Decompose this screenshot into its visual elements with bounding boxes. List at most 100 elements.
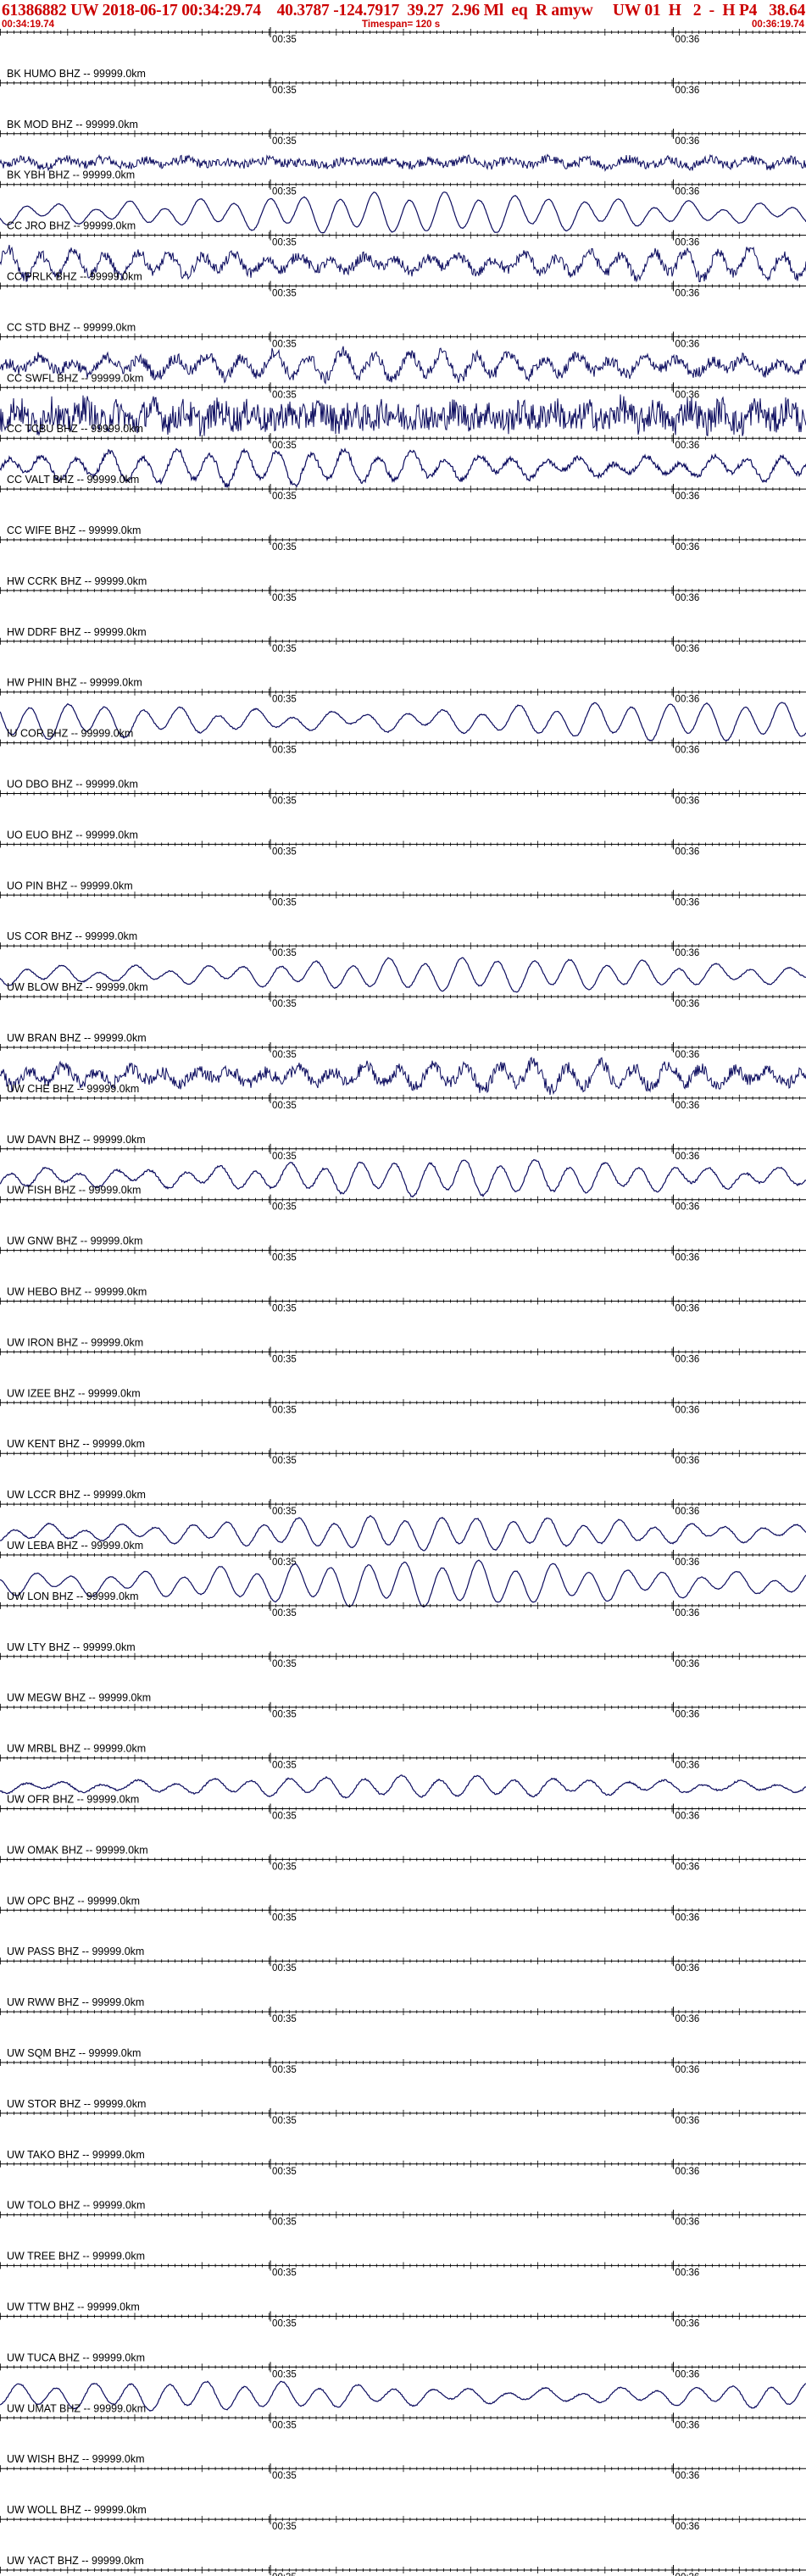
channel-label: UW STOR BHZ -- 99999.0km (7, 2098, 146, 2110)
time-tick-label: 00:36 (675, 1710, 700, 1720)
channel-label: UW WOLL BHZ -- 99999.0km (7, 2504, 147, 2516)
time-tick-label: 00:35 (272, 1405, 297, 1415)
channel-label: UO EUO BHZ -- 99999.0km (7, 829, 138, 841)
channel-label: UW TTW BHZ -- 99999.0km (7, 2301, 140, 2313)
time-tick-label: 00:36 (675, 2116, 700, 2126)
channel-label: UW MRBL BHZ -- 99999.0km (7, 1743, 146, 1755)
time-tick-label: 00:35 (272, 2471, 297, 2481)
time-tick-label: 00:35 (272, 2218, 297, 2228)
time-tick-label: 00:36 (675, 1202, 700, 1213)
channel-label: UW YACT BHZ -- 99999.0km (7, 2555, 144, 2567)
time-tick-label: 00:36 (675, 1913, 700, 1923)
time-tick-label: 00:36 (675, 238, 700, 248)
time-tick-label: 00:35 (272, 2167, 297, 2177)
time-tick-label: 00:36 (675, 999, 700, 1009)
channel-label: HW DDRF BHZ -- 99999.0km (7, 626, 147, 638)
time-tick-label: 00:36 (675, 441, 700, 451)
channel-label: BK MOD BHZ -- 99999.0km (7, 119, 138, 130)
channel-label: UW OFR BHZ -- 99999.0km (7, 1794, 139, 1806)
time-tick-label: 00:36 (675, 86, 700, 96)
time-tick-label: 00:36 (675, 2167, 700, 2177)
time-tick-label: 00:36 (675, 2471, 700, 2481)
time-tick-label: 00:35 (272, 644, 297, 654)
time-tick-label: 00:35 (272, 847, 297, 857)
time-tick-label: 00:35 (272, 35, 297, 45)
channel-label: UW WISH BHZ -- 99999.0km (7, 2453, 145, 2465)
time-tick-label: 00:36 (675, 542, 700, 552)
channel-label: UW PASS BHZ -- 99999.0km (7, 1946, 144, 1957)
time-tick-label: 00:35 (272, 1507, 297, 1517)
channel-label: UW LCCR BHZ -- 99999.0km (7, 1489, 146, 1501)
time-tick-label: 00:35 (272, 187, 297, 197)
channel-label: HW PHIN BHZ -- 99999.0km (7, 677, 142, 689)
channel-label: UW OMAK BHZ -- 99999.0km (7, 1844, 148, 1856)
channel-label: UW LEBA BHZ -- 99999.0km (7, 1540, 143, 1552)
time-tick-label: 00:36 (675, 1608, 700, 1618)
time-tick-label: 00:36 (675, 2014, 700, 2024)
time-tick-label: 00:35 (272, 86, 297, 96)
time-tick-label: 00:36 (675, 2369, 700, 2379)
time-tick-label: 00:36 (675, 187, 700, 197)
time-tick-label: 00:36 (675, 1101, 700, 1111)
time-tick-label: 00:36 (675, 1812, 700, 1822)
channel-label: UW IRON BHZ -- 99999.0km (7, 1336, 143, 1348)
time-tick-label: 00:36 (675, 1862, 700, 1872)
time-tick-label: 00:35 (272, 1202, 297, 1213)
time-tick-label: 00:35 (272, 2420, 297, 2430)
channel-label: CC JRO BHZ -- 99999.0km (7, 220, 136, 232)
channel-label: UW FISH BHZ -- 99999.0km (7, 1185, 141, 1196)
time-tick-label: 00:35 (272, 339, 297, 349)
time-tick-label: 00:36 (675, 695, 700, 705)
time-tick-label: 00:35 (272, 695, 297, 705)
channel-label: UW TUCA BHZ -- 99999.0km (7, 2351, 145, 2363)
time-tick-label: 00:36 (675, 289, 700, 299)
time-tick-label: 00:35 (272, 1101, 297, 1111)
time-tick-label: 00:36 (675, 491, 700, 502)
channel-label: UW LON BHZ -- 99999.0km (7, 1591, 139, 1602)
time-tick-label: 00:35 (272, 1659, 297, 1669)
time-tick-label: 00:36 (675, 1152, 700, 1162)
time-tick-label: 00:35 (272, 2268, 297, 2279)
time-tick-label: 00:36 (675, 1761, 700, 1771)
time-tick-label: 00:35 (272, 897, 297, 908)
channel-label: UW LTY BHZ -- 99999.0km (7, 1641, 136, 1653)
channel-label: IU COR BHZ -- 99999.0km (7, 728, 133, 740)
time-tick-label: 00:35 (272, 593, 297, 603)
seismogram-panel: 00:35 00:36 BK HUMO BHZ -- 99999.0km 00:35 0… (0, 27, 806, 2576)
time-tick-label: 00:36 (675, 35, 700, 45)
channel-label: UW DAVN BHZ -- 99999.0km (7, 1134, 146, 1146)
channel-label: BK YBH BHZ -- 99999.0km (7, 169, 135, 181)
time-tick-label: 00:36 (675, 2065, 700, 2075)
trace-waveform (0, 153, 806, 172)
channel-label: UW GNW BHZ -- 99999.0km (7, 1235, 142, 1247)
channel-label: UW MEGW BHZ -- 99999.0km (7, 1692, 151, 1704)
time-tick-label: 00:36 (675, 2522, 700, 2532)
time-tick-label: 00:35 (272, 2319, 297, 2329)
time-tick-label: 00:35 (272, 1608, 297, 1618)
time-tick-label: 00:35 (272, 1812, 297, 1822)
channel-label: UW RWW BHZ -- 99999.0km (7, 1996, 144, 2008)
time-tick-label: 00:36 (675, 2268, 700, 2279)
time-tick-label: 00:35 (272, 289, 297, 299)
time-tick-label: 00:36 (675, 1456, 700, 1466)
time-tick-label: 00:36 (675, 1050, 700, 1060)
channel-label: UW IZEE BHZ -- 99999.0km (7, 1387, 141, 1399)
time-tick-label: 00:36 (675, 136, 700, 147)
time-tick-label: 00:36 (675, 948, 700, 958)
time-tick-label: 00:36 (675, 1963, 700, 1974)
time-tick-label: 00:35 (272, 1557, 297, 1568)
time-tick-label: 00:36 (675, 897, 700, 908)
channel-label: UW OPC BHZ -- 99999.0km (7, 1895, 140, 1907)
time-tick-label: 00:35 (272, 1710, 297, 1720)
time-tick-label: 00:36 (675, 1354, 700, 1364)
time-tick-label: 00:36 (675, 847, 700, 857)
channel-label: BK HUMO BHZ -- 99999.0km (7, 68, 146, 80)
time-tick-label: 00:36 (675, 1405, 700, 1415)
time-tick-label: 00:35 (272, 1761, 297, 1771)
channel-label: CC STD BHZ -- 99999.0km (7, 321, 136, 333)
time-tick-label: 00:36 (675, 797, 700, 807)
time-tick-label: 00:35 (272, 1456, 297, 1466)
channel-label: CC WIFE BHZ -- 99999.0km (7, 525, 141, 536)
time-tick-label: 00:35 (272, 1913, 297, 1923)
time-tick-label: 00:36 (675, 644, 700, 654)
